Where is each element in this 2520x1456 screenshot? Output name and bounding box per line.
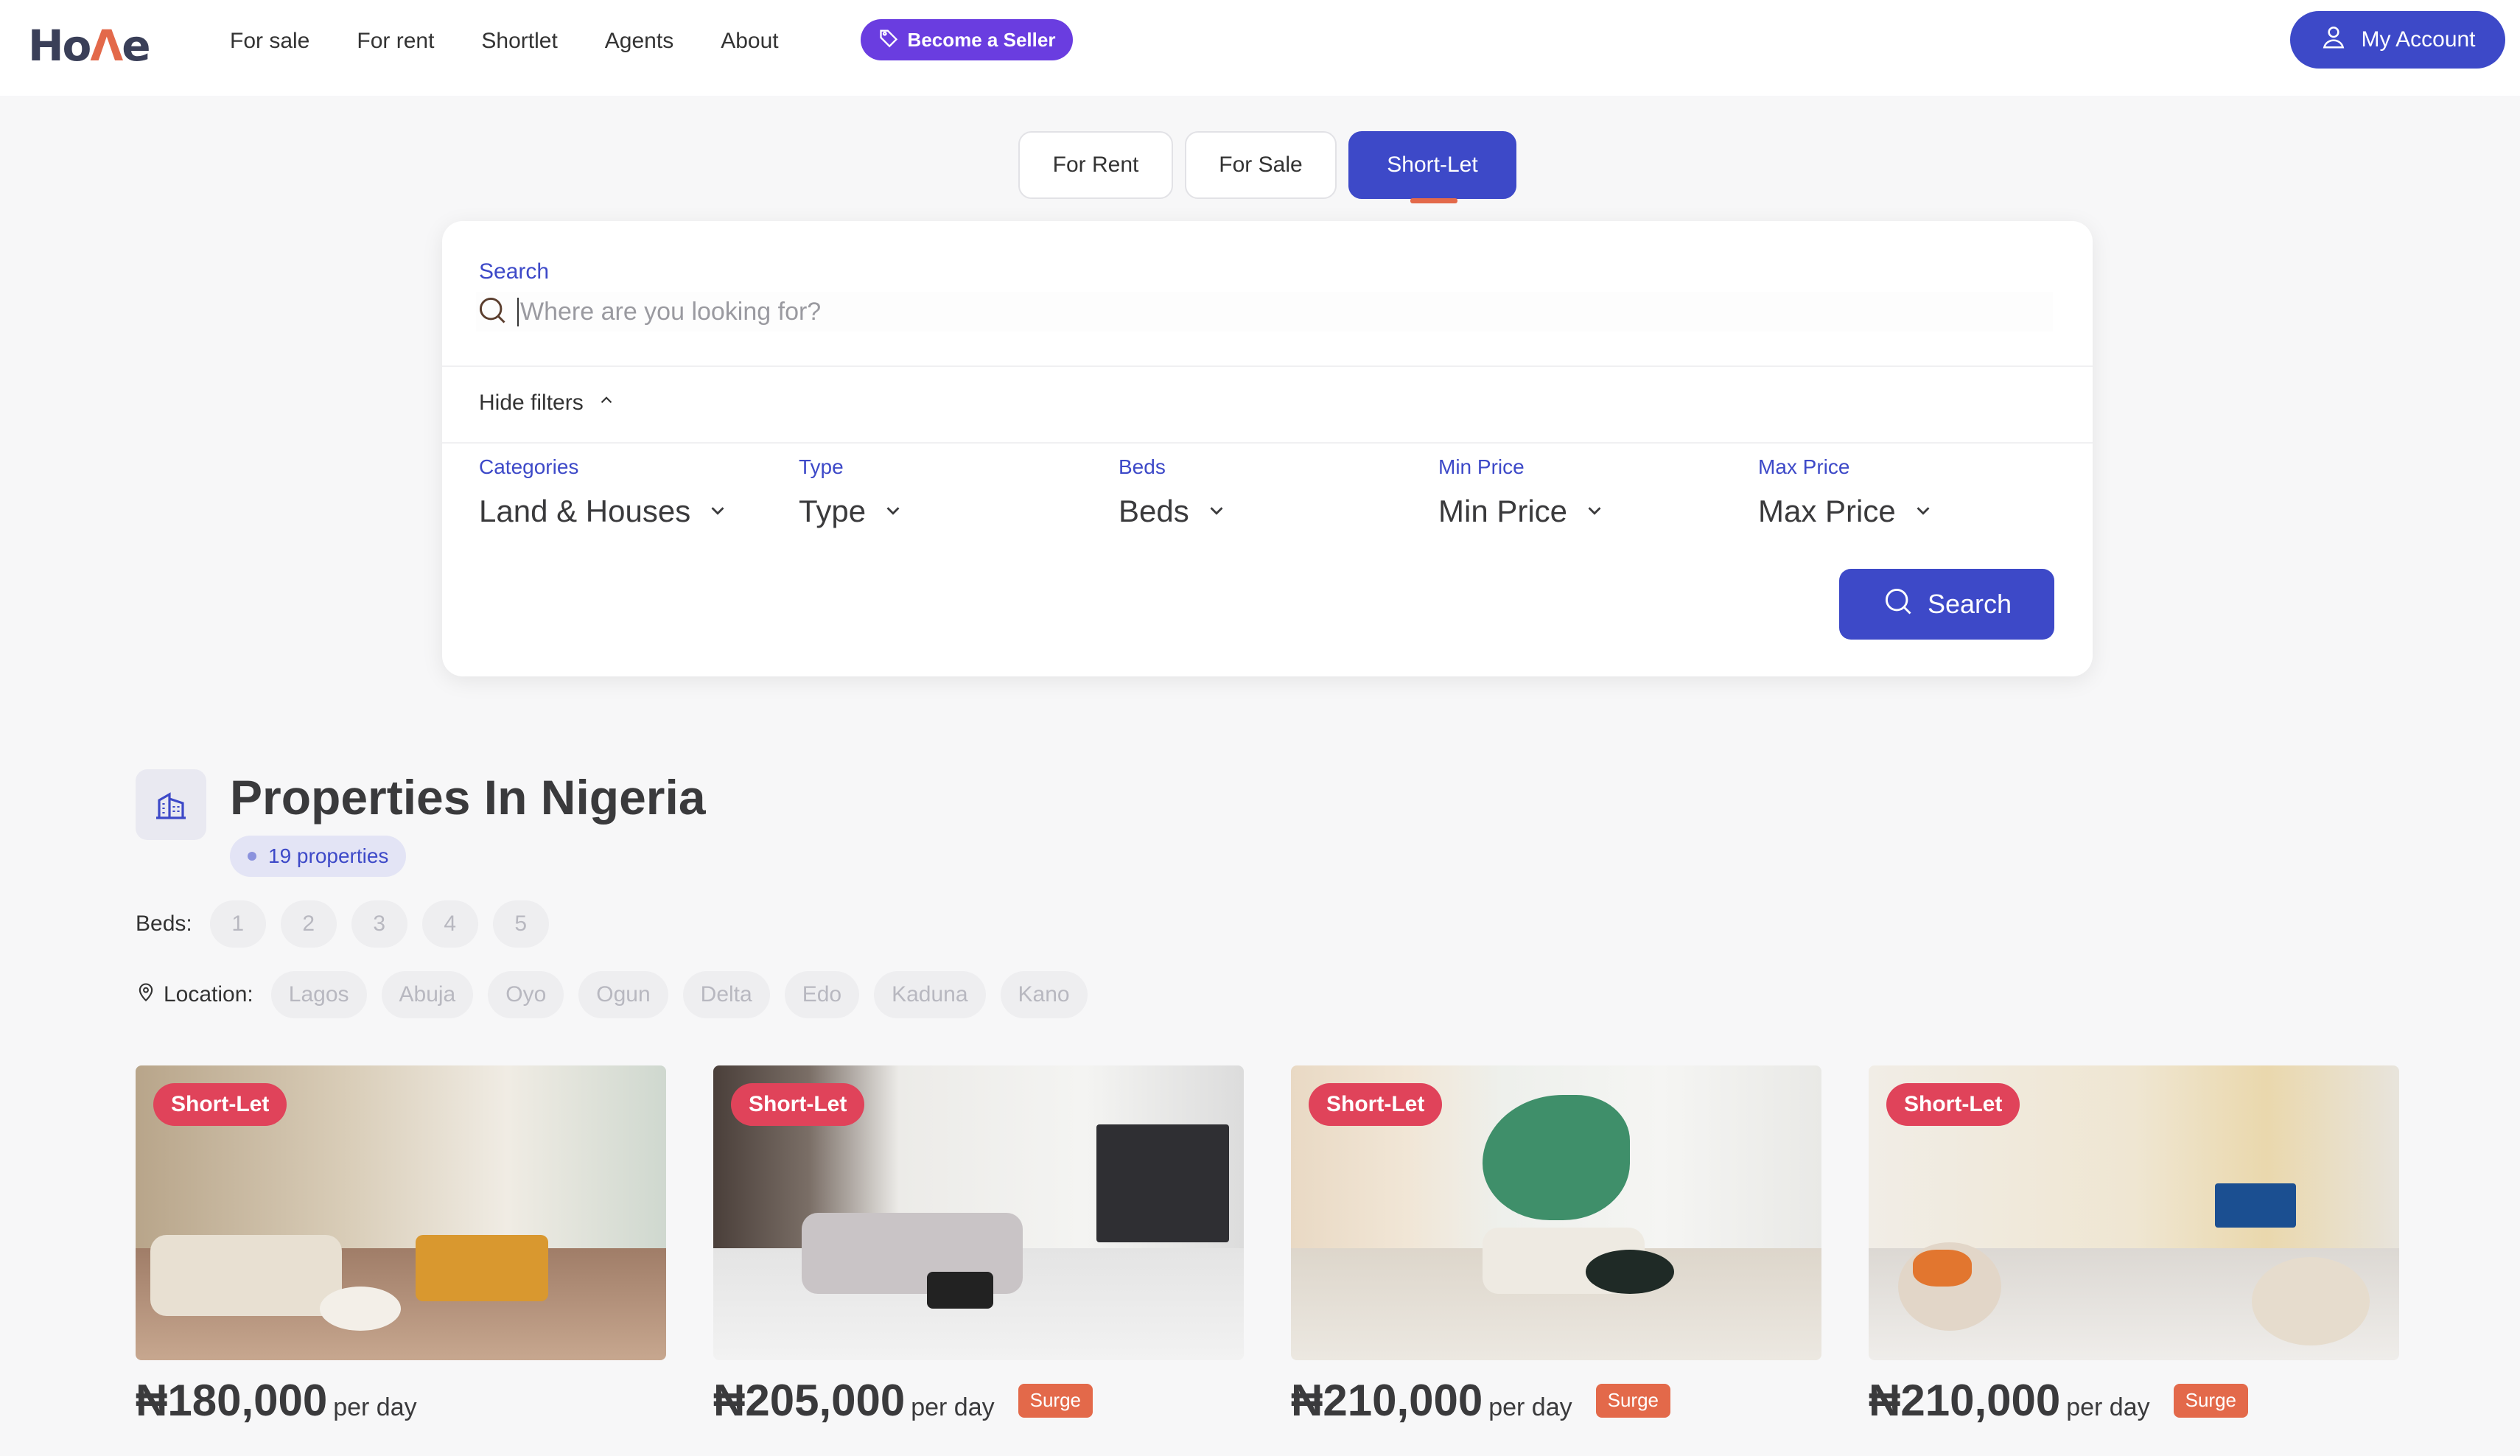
listing-price: ₦205,000 <box>713 1376 906 1425</box>
filter-value: Min Price <box>1438 494 1568 528</box>
filter-label: Max Price <box>1758 455 1850 478</box>
listing-photo[interactable]: Short-Let <box>136 1065 666 1360</box>
divider <box>442 365 2093 367</box>
property-count: 19 properties <box>268 844 389 867</box>
chevron-down-icon <box>1205 494 1228 529</box>
listing-photo[interactable]: Short-Let <box>1869 1065 2399 1360</box>
user-icon <box>2320 23 2348 57</box>
chevron-down-icon <box>882 494 904 529</box>
filter-type[interactable]: Type Type <box>799 455 904 529</box>
filter-categories[interactable]: Categories Land & Houses <box>479 455 729 529</box>
listing-type-tabs: For Rent For Sale Short-Let <box>1018 131 1516 203</box>
price-unit: per day <box>2066 1393 2150 1421</box>
listing-type-badge: Short-Let <box>153 1083 287 1126</box>
listing-card[interactable]: Short-Let ₦210,000 per day Surge <box>1291 1065 1821 1426</box>
filter-value: Type <box>799 494 867 528</box>
surge-badge: Surge <box>2173 1383 2249 1418</box>
beds-chip-1[interactable]: 1 <box>209 900 266 948</box>
search-button-label: Search <box>1927 589 2012 619</box>
filter-beds[interactable]: Beds Beds <box>1119 455 1228 529</box>
listing-card[interactable]: Short-Let ₦210,000 per day Surge <box>1869 1065 2399 1426</box>
filter-max-price[interactable]: Max Price Max Price <box>1758 455 1934 529</box>
location-chip-ogun[interactable]: Ogun <box>578 971 668 1018</box>
filter-value: Land & Houses <box>479 494 691 528</box>
search-icon <box>1882 585 1914 624</box>
location-chip-delta[interactable]: Delta <box>682 971 770 1018</box>
nav-for-rent[interactable]: For rent <box>357 27 434 56</box>
listing-card[interactable]: Short-Let ₦205,000 per day Surge <box>713 1065 1244 1426</box>
chevron-down-icon <box>1912 494 1934 529</box>
search-button[interactable]: Search <box>1839 569 2054 640</box>
tab-for-sale[interactable]: For Sale <box>1185 131 1337 199</box>
my-account-button[interactable]: My Account <box>2290 11 2505 69</box>
beds-filter-label: Beds: <box>136 911 192 936</box>
listing-price: ₦210,000 <box>1291 1376 1483 1425</box>
location-chip-oyo[interactable]: Oyo <box>488 971 564 1018</box>
filter-label: Type <box>799 455 844 478</box>
listing-photo[interactable]: Short-Let <box>713 1065 1244 1360</box>
nav-shortlet[interactable]: Shortlet <box>481 27 557 56</box>
filter-label: Min Price <box>1438 455 1525 478</box>
nav-about[interactable]: About <box>721 27 778 56</box>
listing-type-badge: Short-Let <box>1309 1083 1443 1126</box>
beds-chip-5[interactable]: 5 <box>492 900 549 948</box>
location-chip-kano[interactable]: Kano <box>1000 971 1088 1018</box>
main-nav: For sale For rent Shortlet Agents About <box>230 27 779 56</box>
price-unit: per day <box>911 1393 995 1421</box>
filter-label: Categories <box>479 455 579 478</box>
hide-filters-toggle[interactable]: Hide filters <box>479 391 616 416</box>
surge-badge: Surge <box>1595 1383 1671 1418</box>
search-panel: Search Hide filters Categories Land & Ho… <box>442 221 2093 676</box>
chevron-up-icon <box>597 391 616 416</box>
search-field <box>476 292 2053 332</box>
home-logo[interactable]: Ho Λe <box>28 16 151 75</box>
top-navigation-bar: Ho Λe For sale For rent Shortlet Agents A… <box>0 0 2520 96</box>
beds-chip-4[interactable]: 4 <box>421 900 478 948</box>
dot-icon <box>248 852 256 861</box>
location-chip-edo[interactable]: Edo <box>784 971 860 1018</box>
location-chip-kaduna[interactable]: Kaduna <box>874 971 986 1018</box>
listing-price: ₦180,000 <box>136 1376 328 1425</box>
nav-for-sale[interactable]: For sale <box>230 27 309 56</box>
become-seller-button[interactable]: Become a Seller <box>861 19 1073 60</box>
become-seller-label: Become a Seller <box>907 28 1056 51</box>
nav-agents[interactable]: Agents <box>605 27 673 56</box>
listing-type-badge: Short-Let <box>731 1083 865 1126</box>
search-icon <box>476 294 508 330</box>
beds-filter-row: Beds: 1 2 3 4 5 <box>136 900 549 948</box>
price-unit: per day <box>333 1393 417 1421</box>
location-chip-lagos[interactable]: Lagos <box>270 971 367 1018</box>
filter-value: Beds <box>1119 494 1189 528</box>
property-count-badge: 19 properties <box>230 836 407 877</box>
filter-label: Beds <box>1119 455 1166 478</box>
search-label: Search <box>479 259 550 284</box>
tag-icon <box>878 27 899 53</box>
filter-min-price[interactable]: Min Price Min Price <box>1438 455 1606 529</box>
price-unit: per day <box>1488 1393 1572 1421</box>
my-account-label: My Account <box>2361 27 2476 52</box>
chevron-down-icon <box>707 494 729 529</box>
location-filter-label-wrap: Location: <box>136 981 253 1008</box>
search-input[interactable] <box>517 297 1917 326</box>
building-icon <box>136 769 206 840</box>
chevron-down-icon <box>1583 494 1606 529</box>
listing-price: ₦210,000 <box>1869 1376 2061 1425</box>
divider <box>442 442 2093 444</box>
location-chip-abuja[interactable]: Abuja <box>381 971 474 1018</box>
tab-short-let[interactable]: Short-Let <box>1348 131 1516 203</box>
hide-filters-label: Hide filters <box>479 391 584 415</box>
map-pin-icon <box>136 981 156 1008</box>
location-filter-label: Location: <box>164 982 253 1007</box>
listing-photo[interactable]: Short-Let <box>1291 1065 1821 1360</box>
page-title: Properties In Nigeria <box>230 770 706 825</box>
tab-for-rent[interactable]: For Rent <box>1018 131 1173 199</box>
surge-badge: Surge <box>1018 1383 1093 1418</box>
listing-type-badge: Short-Let <box>1886 1083 2020 1126</box>
beds-chip-3[interactable]: 3 <box>351 900 407 948</box>
beds-chip-2[interactable]: 2 <box>280 900 337 948</box>
listing-card[interactable]: Short-Let ₦180,000 per day <box>136 1065 666 1426</box>
filter-value: Max Price <box>1758 494 1896 528</box>
location-filter-row: Location: Lagos Abuja Oyo Ogun Delta Edo… <box>136 971 1088 1018</box>
